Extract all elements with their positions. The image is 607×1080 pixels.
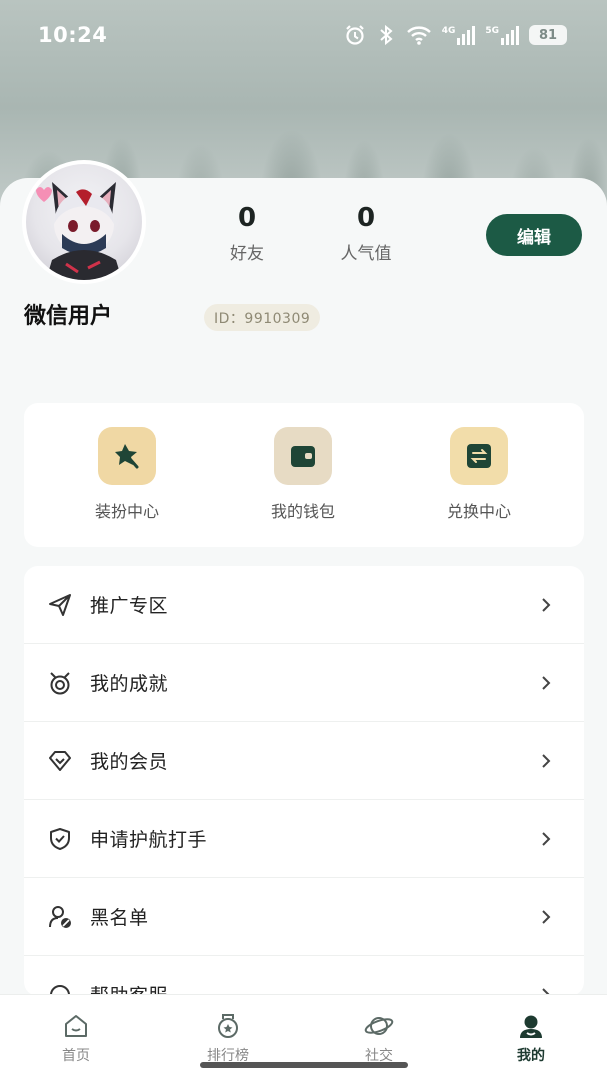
edit-profile-button[interactable]: 编辑	[486, 214, 582, 256]
anime-avatar-illustration	[36, 182, 122, 280]
medal-icon	[46, 669, 74, 697]
user-id-badge[interactable]: ID：9910309	[204, 304, 321, 331]
quick-action-exchange[interactable]: 兑换中心	[419, 427, 539, 522]
chevron-right-icon	[542, 831, 551, 846]
net-4g-label: 4G	[441, 25, 456, 36]
diamond-icon	[46, 747, 74, 775]
nav-profile[interactable]: 我的	[491, 1011, 571, 1065]
alarm-icon	[345, 25, 364, 45]
chevron-right-icon	[542, 597, 551, 612]
menu-item-label: 申请护航打手	[90, 829, 208, 851]
nav-ranking[interactable]: 排行榜	[188, 1011, 268, 1065]
home-indicator	[200, 1062, 408, 1068]
paper-plane-icon	[46, 591, 74, 619]
menu-item-label: 我的成就	[90, 673, 169, 695]
menu-item-apply-escort[interactable]: 申请护航打手	[24, 800, 584, 878]
popularity-label: 人气值	[340, 244, 392, 264]
menu-item-membership[interactable]: 我的会员	[24, 722, 584, 800]
status-icons: 4G 5G 81	[344, 24, 567, 46]
menu-item-label: 我的会员	[90, 751, 169, 773]
profile-icon	[491, 1011, 571, 1041]
nav-label: 首页	[62, 1048, 90, 1064]
wallet-icon	[274, 427, 332, 485]
menu-item-blacklist[interactable]: 黑名单	[24, 878, 584, 956]
exchange-icon	[450, 427, 508, 485]
ranking-icon	[188, 1011, 268, 1041]
username: 微信用户	[24, 304, 113, 329]
stat-friends[interactable]: 0 好友	[207, 203, 287, 264]
nav-social[interactable]: 社交	[339, 1011, 419, 1065]
planet-icon	[339, 1011, 419, 1041]
stat-popularity[interactable]: 0 人气值	[326, 203, 406, 264]
shield-check-icon	[46, 825, 74, 853]
menu-item-help[interactable]: 帮助客服	[24, 956, 584, 996]
bluetooth-icon	[380, 24, 393, 46]
chevron-right-icon	[542, 675, 551, 690]
avatar-image	[26, 164, 142, 280]
nav-label: 我的	[517, 1048, 545, 1064]
wifi-icon	[406, 26, 431, 45]
menu-item-label: 推广专区	[90, 595, 169, 617]
friends-label: 好友	[230, 244, 264, 264]
avatar[interactable]	[22, 160, 146, 284]
signal-4g-icon: 4G	[441, 25, 476, 45]
chevron-right-icon	[542, 753, 551, 768]
menu-item-label: 黑名单	[90, 907, 149, 929]
menu-item-achievements[interactable]: 我的成就	[24, 644, 584, 722]
status-bar: 10:24 4G 5G 81	[0, 0, 607, 70]
menu-list: 推广专区 我的成就 我的会员 申请护航打手 黑名单 帮助客服	[24, 566, 584, 996]
quick-actions-card: 装扮中心 我的钱包 兑换中心	[24, 403, 584, 547]
popularity-count: 0	[356, 203, 376, 233]
signal-5g-icon: 5G	[485, 25, 519, 45]
costume-pin-icon	[98, 427, 156, 485]
quick-action-costume-label: 装扮中心	[94, 502, 159, 521]
user-block-icon	[46, 903, 74, 931]
quick-action-wallet[interactable]: 我的钱包	[243, 427, 363, 522]
net-5g-label: 5G	[485, 25, 499, 36]
quick-action-costume[interactable]: 装扮中心	[67, 427, 187, 522]
status-time: 10:24	[38, 23, 108, 47]
chevron-right-icon	[542, 909, 551, 924]
quick-action-exchange-label: 兑换中心	[446, 502, 511, 521]
quick-action-wallet-label: 我的钱包	[270, 502, 335, 521]
home-icon	[36, 1011, 116, 1041]
friends-count: 0	[237, 203, 257, 233]
battery-indicator: 81	[529, 25, 567, 45]
nav-home[interactable]: 首页	[36, 1011, 116, 1065]
menu-item-promotion[interactable]: 推广专区	[24, 566, 584, 644]
